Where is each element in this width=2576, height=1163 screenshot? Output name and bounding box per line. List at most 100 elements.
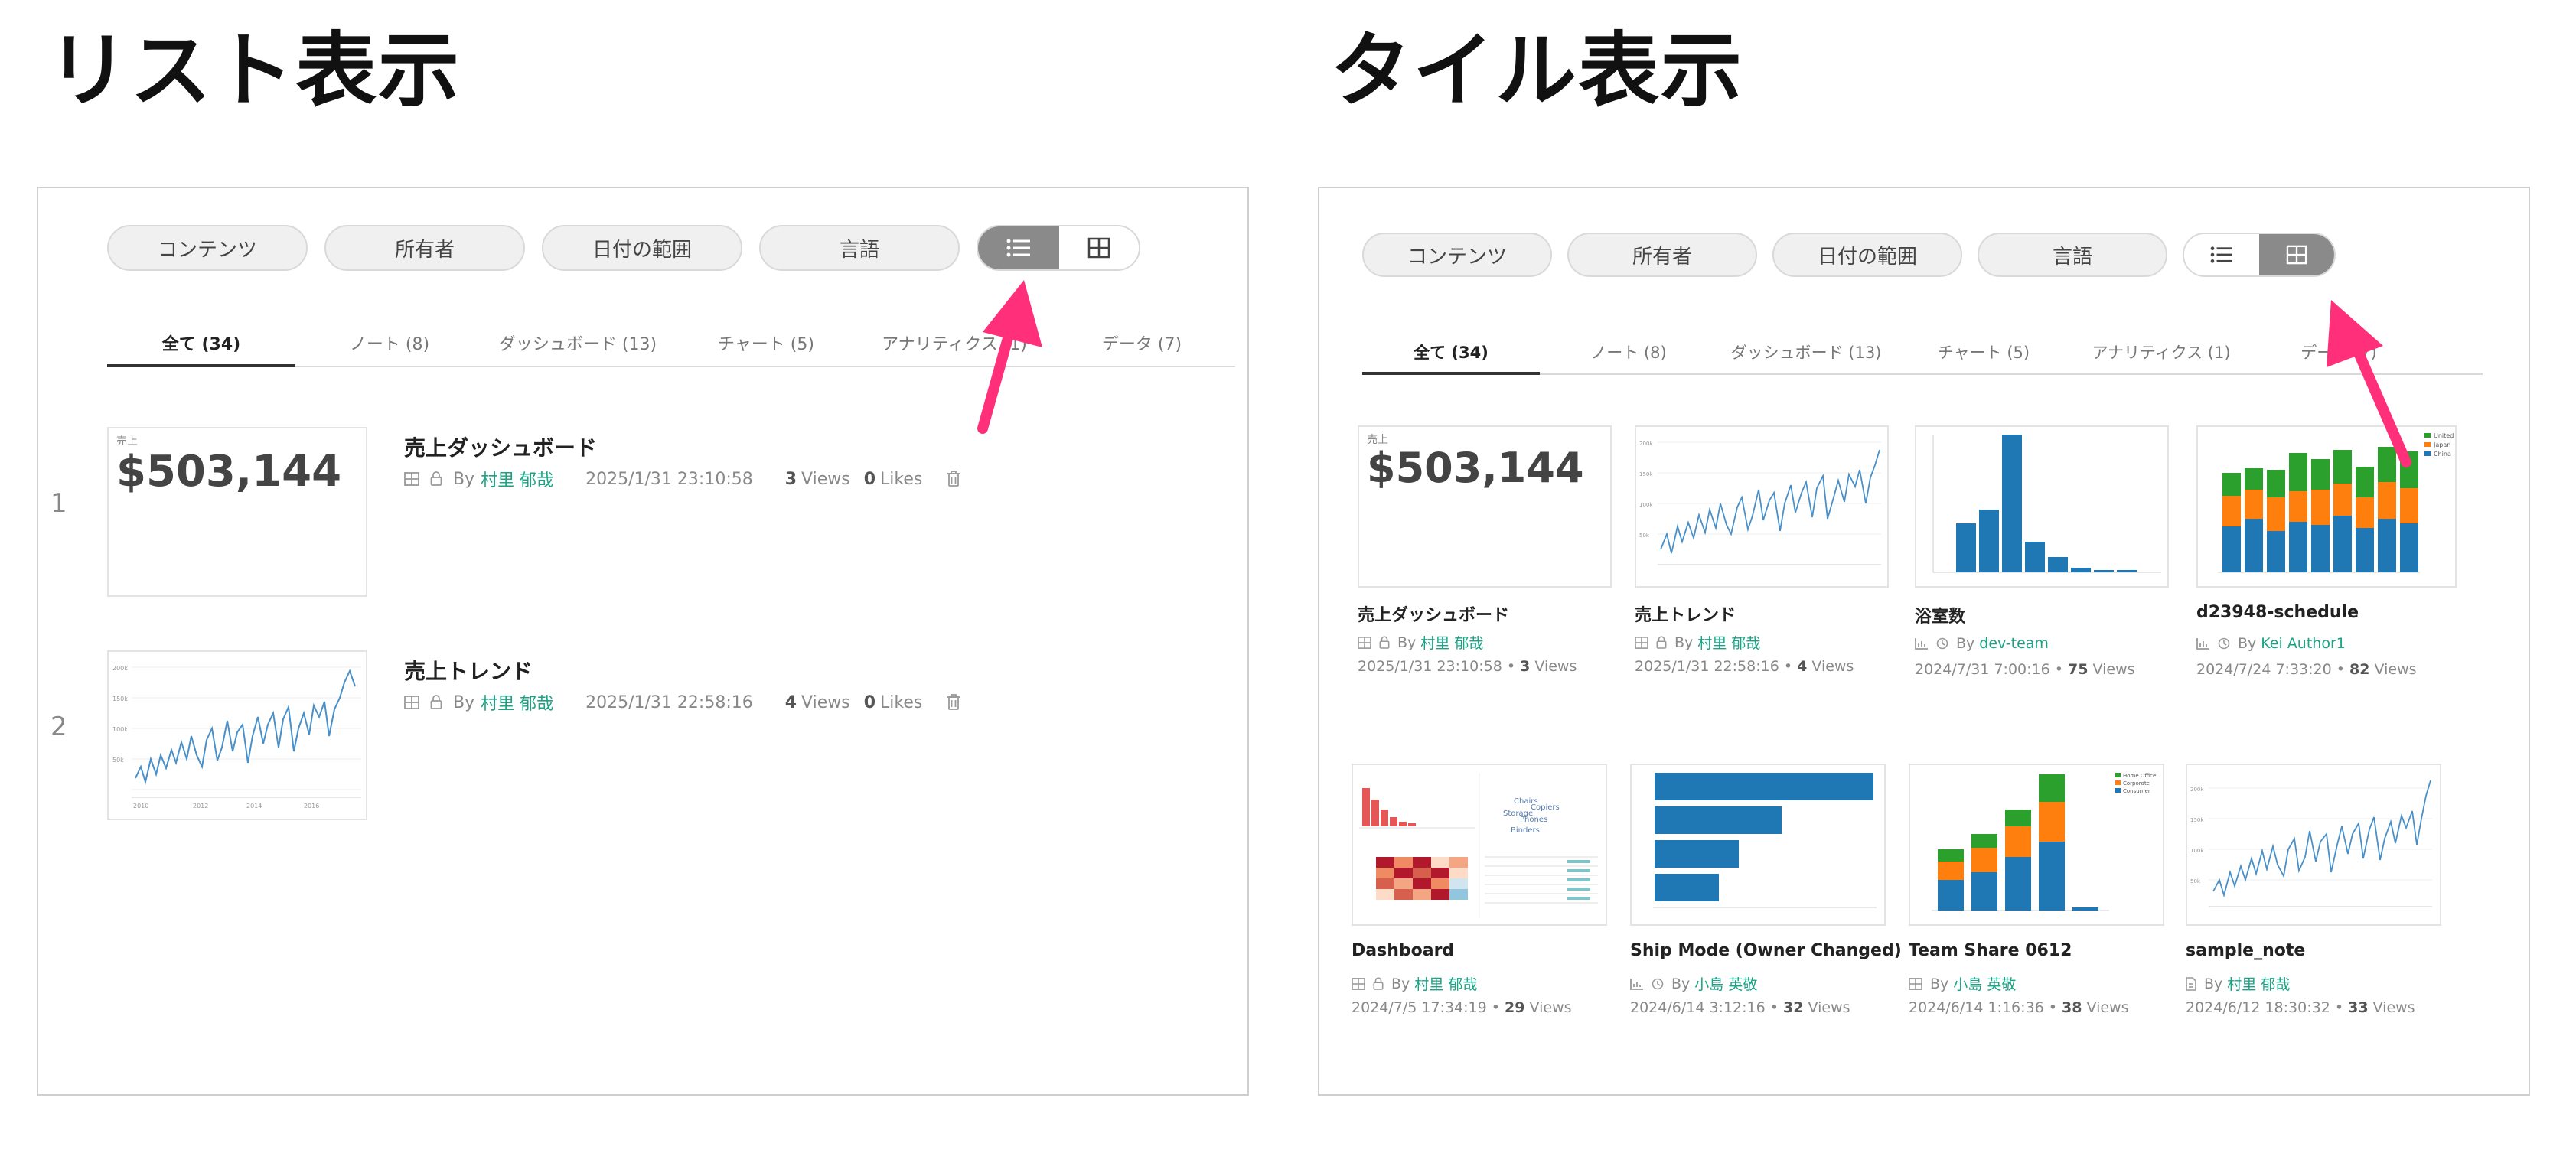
timestamp: 2024/7/5 17:34:19 xyxy=(1352,999,1487,1016)
tab-notes[interactable]: ノート (8) xyxy=(1540,332,1717,373)
author-link[interactable]: 村里 郁哉 xyxy=(481,690,553,715)
legend-label: Home Office xyxy=(2123,773,2156,779)
svg-text:100k: 100k xyxy=(112,726,128,733)
row-number: 2 xyxy=(51,712,67,742)
by-label: By xyxy=(2238,635,2257,652)
arrow-icon xyxy=(977,280,1042,434)
tab-all[interactable]: 全て (34) xyxy=(1362,332,1540,375)
views-count: 29 xyxy=(1505,999,1525,1016)
timestamp: 2024/6/12 18:30:32 xyxy=(2186,999,2330,1016)
heading-tile-view: タイル表示 xyxy=(1330,24,1743,118)
filter-owner[interactable]: 所有者 xyxy=(1567,233,1757,277)
trash-icon[interactable] xyxy=(947,694,960,711)
author-link[interactable]: Kei Author1 xyxy=(2261,635,2346,652)
card-title[interactable]: Team Share 0612 xyxy=(1909,941,2072,960)
tab-all[interactable]: 全て (34) xyxy=(107,324,295,367)
card-thumbnail-trend[interactable]: 200k 150k 100k 50k xyxy=(1635,425,1889,588)
svg-text:2012: 2012 xyxy=(193,803,208,810)
author-link[interactable]: 小島 英敬 xyxy=(1694,973,1757,994)
views-count: 75 xyxy=(2068,661,2089,678)
tab-charts[interactable]: チャート (5) xyxy=(672,324,860,366)
by-label: By xyxy=(1956,635,1975,652)
lock-icon xyxy=(1379,635,1390,649)
card-title[interactable]: Dashboard xyxy=(1352,941,1454,960)
trend-line-chart: 200k 150k 100k 50k 2010 2012 2014 2016 xyxy=(112,665,361,810)
author-link[interactable]: 村里 郁哉 xyxy=(481,467,553,491)
author-link[interactable]: 村里 郁哉 xyxy=(1697,632,1760,653)
svg-text:50k: 50k xyxy=(2190,878,2201,884)
card-thumbnail-note[interactable]: 200k 150k 100k 50k xyxy=(2186,764,2441,926)
bar xyxy=(1956,523,1976,572)
dashboard-icon xyxy=(1909,977,1922,990)
filter-date-range[interactable]: 日付の範囲 xyxy=(1772,233,1962,277)
tab-charts[interactable]: チャート (5) xyxy=(1895,332,2072,373)
clock-icon xyxy=(2218,637,2230,650)
svg-text:150k: 150k xyxy=(2190,817,2204,823)
lock-icon xyxy=(430,471,442,486)
author-link[interactable]: dev-team xyxy=(1979,635,2049,652)
trash-icon[interactable] xyxy=(947,471,960,487)
chart-icon xyxy=(1630,978,1643,990)
tab-analytics[interactable]: アナリティクス (1) xyxy=(2072,332,2250,373)
bar xyxy=(1655,874,1719,901)
filter-content[interactable]: コンテンツ xyxy=(107,225,308,271)
dashboard-icon xyxy=(1635,636,1648,649)
stack-segment xyxy=(2333,516,2352,572)
card-title[interactable]: Ship Mode (Owner Changed) xyxy=(1630,941,1902,960)
clock-icon xyxy=(1652,978,1664,989)
card-thumbnail-bar[interactable] xyxy=(1915,425,2169,588)
bar xyxy=(1655,840,1739,868)
kpi-value: $503,144 xyxy=(1367,444,1584,492)
tab-dashboards[interactable]: ダッシュボード (13) xyxy=(1717,332,1895,373)
views-label: Views xyxy=(2372,999,2415,1016)
dashboard-icon xyxy=(1358,636,1371,649)
author-link[interactable]: 村里 郁哉 xyxy=(1420,632,1483,653)
filter-language[interactable]: 言語 xyxy=(1978,233,2167,277)
likes-count: 0 xyxy=(863,469,876,489)
card-date-views: 2024/6/14 1:16:36 • 38 Views xyxy=(1909,999,2129,1016)
stack-segment xyxy=(2245,519,2263,572)
views-count: 38 xyxy=(2062,999,2082,1016)
filter-owner[interactable]: 所有者 xyxy=(324,225,525,271)
card-title[interactable]: d23948-schedule xyxy=(2196,603,2359,622)
stack-segment xyxy=(2267,470,2285,497)
views-label: Views xyxy=(2086,999,2129,1016)
filter-date-range[interactable]: 日付の範囲 xyxy=(542,225,742,271)
by-label: By xyxy=(1397,634,1417,651)
grid-icon xyxy=(1087,237,1110,259)
list-item-title[interactable]: 売上ダッシュボード xyxy=(404,432,597,462)
note-line-chart: 200k 150k 100k 50k xyxy=(2190,780,2432,907)
tab-dashboards[interactable]: ダッシュボード (13) xyxy=(484,324,672,366)
timestamp: 2025/1/31 23:10:58 xyxy=(1358,658,1502,675)
card-title[interactable]: 浴室数 xyxy=(1915,603,1965,627)
by-label: By xyxy=(453,469,475,489)
list-item-meta: By 村里 郁哉 2025/1/31 23:10:58 3 Views 0 Li… xyxy=(404,467,960,491)
card-thumbnail-dashboard[interactable]: Chairs Storage Phones Binders Copiers xyxy=(1352,764,1607,926)
author-link[interactable]: 村里 郁哉 xyxy=(2227,973,2290,994)
list-item-title[interactable]: 売上トレンド xyxy=(404,655,533,686)
card-title[interactable]: sample_note xyxy=(2186,941,2305,960)
card-thumbnail-team-share[interactable]: Home Office Corporate Consumer xyxy=(1909,764,2164,926)
kpi-label: 売上 xyxy=(116,435,138,448)
likes-label: Likes xyxy=(880,469,923,489)
author-link[interactable]: 村里 郁哉 xyxy=(1414,973,1477,994)
note-icon xyxy=(2186,976,2196,991)
card-title[interactable]: 売上トレンド xyxy=(1635,601,1736,626)
author-link[interactable]: 小島 英敬 xyxy=(1953,973,2016,994)
list-view-button[interactable] xyxy=(2184,234,2259,275)
by-label: By xyxy=(453,692,475,712)
filter-content[interactable]: コンテンツ xyxy=(1362,233,1552,277)
thumbnail-trend-chart[interactable]: 200k 150k 100k 50k 2010 2012 2014 2016 xyxy=(107,650,367,820)
bar xyxy=(2117,570,2137,572)
chart-icon xyxy=(1915,638,1928,650)
card-thumbnail-horizontal-bar[interactable] xyxy=(1630,764,1886,926)
views-count: 32 xyxy=(1783,999,1804,1016)
thumbnail-kpi[interactable]: 売上 $503,144 xyxy=(107,427,367,597)
list-icon xyxy=(2210,246,2232,263)
stack-segment xyxy=(2289,491,2307,522)
views-label: Views xyxy=(1808,999,1850,1016)
tab-notes[interactable]: ノート (8) xyxy=(295,324,484,366)
card-title[interactable]: 売上ダッシュボード xyxy=(1358,601,1509,626)
views-label: Views xyxy=(1534,658,1577,675)
card-thumbnail-kpi[interactable]: 売上 $503,144 xyxy=(1358,425,1612,588)
